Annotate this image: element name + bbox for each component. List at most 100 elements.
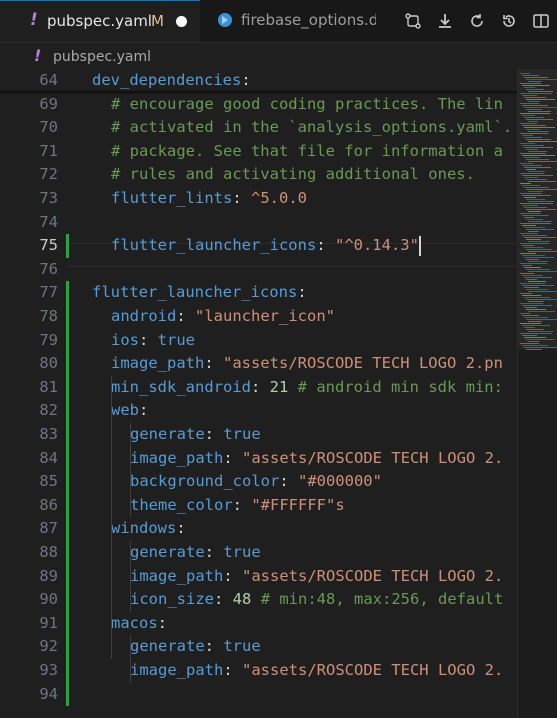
code-line[interactable]: 69 # encourage good coding practices. The… [0, 93, 557, 117]
code-token: : [204, 543, 224, 561]
code-token: : [241, 71, 251, 89]
code-line[interactable]: 85 background_color: "#000000" [0, 470, 557, 494]
code-token: "^0.14.3" [334, 236, 419, 255]
code-line[interactable]: 83 generate: true [0, 423, 557, 447]
code-text: image_path: "assets/ROSCODE TECH LOGO 2. [130, 565, 503, 589]
code-line[interactable]: 74 [0, 211, 557, 235]
line-number: 90 [39, 590, 58, 609]
minimap[interactable] [517, 69, 557, 718]
code-line[interactable]: 78 android: "launcher_icon" [0, 305, 557, 329]
code-text: icon_size: 48 # min:48, max:256, default [130, 588, 503, 612]
code-line[interactable]: 94 [0, 683, 557, 707]
code-text: generate: true [130, 541, 261, 565]
code-line[interactable]: 82 web: [0, 399, 557, 423]
code-token: : [204, 425, 224, 443]
breadcrumb-file[interactable]: pubspec.yaml [53, 49, 151, 65]
code-line[interactable]: 91 macos: [0, 612, 557, 636]
code-text: generate: true [130, 635, 261, 659]
split-editor-button[interactable] [525, 5, 557, 37]
code-token: # android min sdk min: [297, 377, 503, 396]
code-token: flutter_launcher_icons [92, 283, 298, 302]
code-token: min_sdk_android [111, 377, 251, 396]
line-number: 91 [39, 613, 58, 632]
code-token: : [316, 236, 335, 255]
code-text: # activated in the `analysis_options.yam… [111, 116, 512, 140]
code-token: "#000000" [297, 472, 382, 491]
code-line[interactable]: 84 image_path: "assets/ROSCODE TECH LOGO … [0, 447, 557, 471]
dart-icon [218, 13, 232, 27]
code-line[interactable]: 88 generate: true [0, 541, 557, 565]
line-number: 84 [39, 448, 58, 467]
code-editor[interactable]: 64 dev_dependencies: 69 # encourage good co… [0, 69, 557, 718]
code-token: "assets/ROSCODE TECH LOGO 2.pn [223, 354, 503, 373]
line-number: 80 [39, 354, 58, 373]
code-line[interactable]: 76 [0, 258, 557, 282]
code-text: dev_dependencies: [92, 69, 251, 93]
source-control-compare-button[interactable] [397, 5, 429, 37]
yaml-exclamation-icon: ! [30, 10, 38, 30]
code-token: : [232, 495, 252, 514]
code-line[interactable]: 64 dev_dependencies: [0, 69, 557, 93]
line-number: 64 [39, 71, 58, 89]
code-line[interactable]: 92 generate: true [0, 635, 557, 659]
history-button[interactable] [493, 5, 525, 37]
code-line[interactable]: 86 theme_color: "#FFFFFF"s [0, 494, 557, 518]
code-line[interactable]: 80 image_path: "assets/ROSCODE TECH LOGO … [0, 352, 557, 376]
tab-firebase-options[interactable]: firebase_options.da [201, 0, 376, 42]
line-number: 72 [39, 165, 58, 184]
refresh-button[interactable] [461, 5, 493, 37]
code-line[interactable]: 70 # activated in the `analysis_options.y… [0, 116, 557, 140]
code-token: 21 [269, 377, 289, 396]
code-line[interactable]: 93 image_path: "assets/ROSCODE TECH LOGO … [0, 659, 557, 683]
code-text: flutter_lints: ^5.0.0 [111, 187, 307, 211]
history-icon [503, 15, 515, 27]
code-token: android [111, 307, 177, 325]
code-line[interactable]: 89 image_path: "assets/ROSCODE TECH LOGO … [0, 565, 557, 589]
code-token: : [176, 519, 186, 538]
indent-guide [111, 375, 112, 659]
code-line[interactable]: 77 flutter_launcher_icons: [0, 281, 557, 305]
line-number: 69 [39, 94, 58, 113]
minimap-line [528, 311, 555, 313]
download-button[interactable] [429, 5, 461, 37]
code-text: background_color: "#000000" [130, 470, 382, 494]
code-token: flutter_lints [111, 189, 233, 207]
code-token: "assets/ROSCODE TECH LOGO 2. [242, 661, 504, 679]
code-token: : [279, 472, 298, 491]
code-line[interactable]: 73 flutter_lints: ^5.0.0 [0, 187, 557, 211]
git-modified-gutter[interactable] [66, 281, 69, 707]
editor-actions [397, 0, 557, 42]
code-line[interactable]: 90 icon_size: 48 # min:48, max:256, defau… [0, 588, 557, 612]
line-number: 86 [39, 495, 58, 514]
code-token: "assets/ROSCODE TECH LOGO 2. [242, 448, 504, 467]
code-token: background_color [130, 472, 280, 491]
code-token: : [204, 354, 223, 373]
download-icon [439, 14, 451, 28]
indent-guide [130, 635, 131, 683]
code-token: "launcher_icon" [195, 307, 335, 325]
code-line[interactable]: 75 flutter_launcher_icons: "^0.14.3" [0, 234, 557, 258]
unsaved-dot-icon[interactable] [176, 16, 187, 27]
code-token: "#FFFFFF"s [251, 495, 345, 514]
line-number: 79 [39, 330, 58, 349]
breadcrumb[interactable]: ! pubspec.yaml [0, 43, 557, 69]
modified-indicator: M [151, 12, 164, 30]
code-token: flutter_launcher_icons [111, 236, 317, 255]
code-token: : [214, 590, 233, 609]
code-text: theme_color: "#FFFFFF"s [130, 494, 345, 518]
minimap-line [526, 349, 542, 351]
code-token: : [250, 377, 270, 396]
code-line[interactable]: 71 # package. See that file for informati… [0, 140, 557, 164]
code-token: generate [130, 425, 205, 443]
code-token: : [297, 283, 307, 302]
code-token: image_path [130, 566, 224, 585]
code-line[interactable]: 81 min_sdk_android: 21 # android min sdk … [0, 376, 557, 400]
code-line[interactable]: 72 # rules and activating additional ones… [0, 163, 557, 187]
git-modified-gutter[interactable] [66, 234, 69, 258]
line-number: 87 [39, 519, 58, 538]
minimap-line [528, 181, 556, 183]
tab-pubspec-yaml[interactable]: ! pubspec.yaml M [0, 0, 200, 42]
code-line[interactable]: 87 windows: [0, 517, 557, 541]
code-line[interactable]: 79 ios: true [0, 329, 557, 353]
